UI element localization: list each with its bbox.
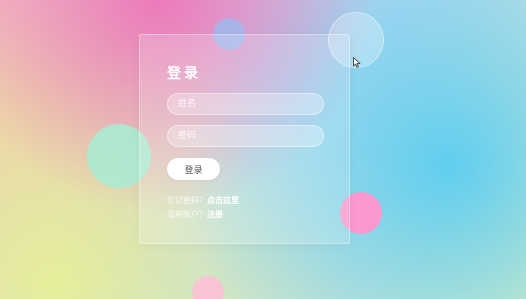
register-prompt: 没有账户？ [167,210,207,219]
decorative-bubble-light-pink [192,276,224,299]
mouse-pointer-icon [353,57,361,68]
register-row: 没有账户？注册 [167,209,223,220]
register-link[interactable]: 注册 [207,210,223,219]
login-card: 登录 登录 忘记密码？点击这里 没有账户？注册 [139,34,350,244]
login-title: 登录 [167,66,201,82]
forgot-password-row: 忘记密码？点击这里 [167,195,239,206]
forgot-password-link[interactable]: 点击这里 [207,196,239,205]
login-button[interactable]: 登录 [167,158,220,180]
password-input[interactable] [167,125,324,147]
forgot-password-prompt: 忘记密码？ [167,196,207,205]
username-input[interactable] [167,93,324,115]
